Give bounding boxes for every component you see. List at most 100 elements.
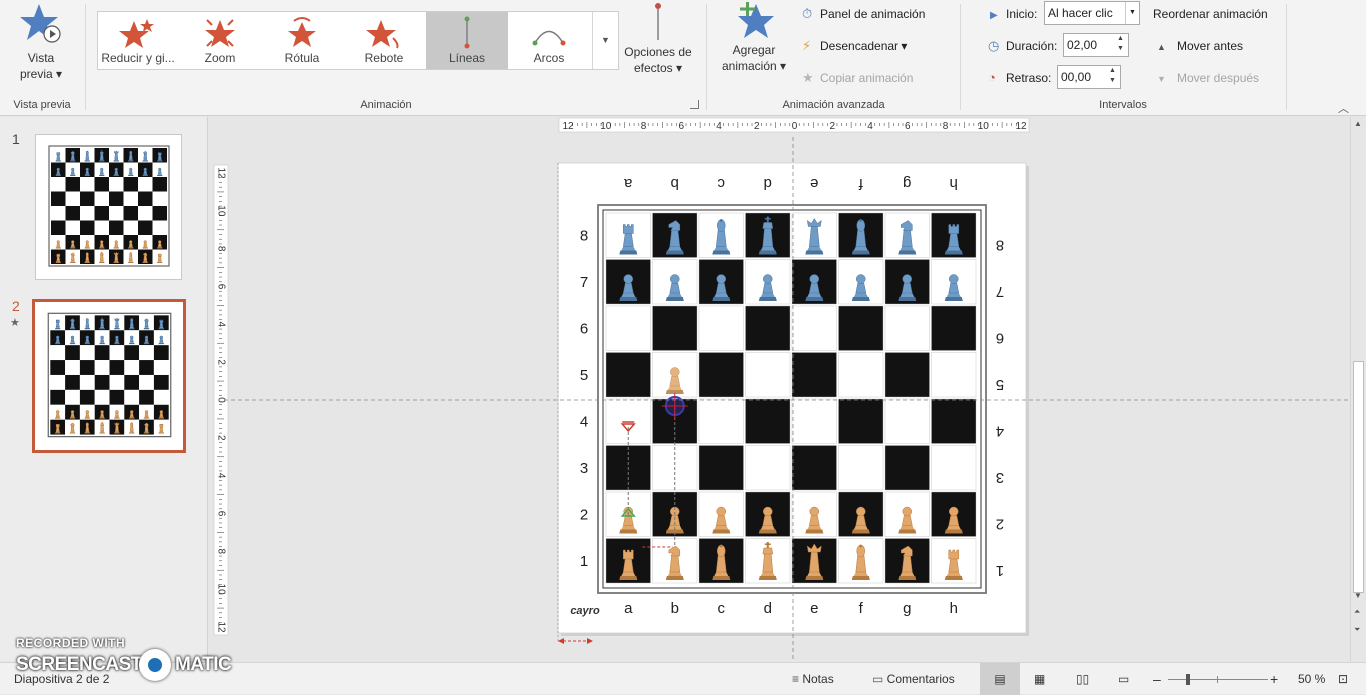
duration-field[interactable]: 02,00 ▲ ▼ (1063, 33, 1129, 57)
board-square[interactable] (605, 305, 651, 351)
start-label: ▶ Inicio: (990, 5, 1037, 23)
zoom-slider[interactable] (1168, 674, 1268, 685)
move-later-button[interactable]: ▼ Mover después (1157, 69, 1259, 87)
comments-button[interactable]: ▭ Comentarios (872, 663, 955, 695)
ruler-label: 2 (754, 121, 760, 132)
thumb-square (109, 374, 125, 390)
slideshow-button[interactable]: ▭ (1118, 663, 1129, 695)
ruler-label: 8 (215, 246, 226, 252)
board-square[interactable] (884, 352, 930, 398)
gallery-item-líneas[interactable]: Líneas (426, 12, 508, 69)
gallery-item-rebote[interactable]: Rebote (343, 12, 425, 69)
gallery-item-rótula[interactable]: Rótula (261, 12, 343, 69)
notes-button[interactable]: ≡ Notas (792, 663, 834, 695)
ruler-label: 4 (215, 473, 226, 479)
animation-panel-button[interactable]: ⏱ Panel de animación (802, 5, 925, 23)
board-square[interactable] (698, 445, 744, 491)
collapse-ribbon-icon[interactable]: ︿ (1338, 100, 1349, 116)
gallery-item-arcos[interactable]: Arcos (508, 12, 590, 69)
board-square[interactable] (884, 398, 930, 444)
board-square[interactable] (745, 398, 791, 444)
thumb-square (109, 191, 124, 206)
ruler-label: 2 (215, 435, 226, 441)
move-earlier-button[interactable]: ▲ Mover antes (1157, 37, 1243, 55)
ribbon: Vista previa ▾ Vista previa Reducir y gi… (0, 0, 1366, 116)
zoom-level[interactable]: 50 % (1298, 663, 1325, 695)
board-square[interactable] (838, 445, 884, 491)
board-square[interactable] (884, 445, 930, 491)
zoom-slider-thumb[interactable] (1186, 674, 1190, 685)
scroll-down-icon[interactable]: ▼ (1354, 591, 1362, 600)
gallery-item-zoom[interactable]: Zoom (179, 12, 261, 69)
move-later-label: Mover después (1177, 71, 1260, 85)
board-square[interactable] (931, 398, 977, 444)
board-square[interactable] (791, 352, 837, 398)
board-square[interactable] (838, 398, 884, 444)
board-square[interactable] (791, 398, 837, 444)
gallery-item-reducir-y-gi[interactable]: Reducir y gi... (97, 12, 179, 69)
slide-editing-area: 12 10 8 6 4 2 0 2 4 6 8 10 12 12 10 8 6 4 2 0 2 4 6 8 10 12 aabb… (209, 117, 1350, 661)
reading-view-button[interactable]: ▯▯ (1076, 663, 1089, 695)
play-icon: ▶ (990, 10, 998, 21)
board-square[interactable] (745, 352, 791, 398)
slide-sorter-button[interactable]: ▦ (1034, 663, 1045, 695)
board-square[interactable] (698, 398, 744, 444)
board-square[interactable] (791, 445, 837, 491)
next-slide-icon[interactable]: ⏷ (1354, 625, 1360, 635)
previous-slide-icon[interactable]: ⏶ (1354, 607, 1360, 617)
rank-label: 8 (580, 227, 588, 244)
start-select[interactable]: Al hacer clic ▼ (1044, 1, 1140, 25)
board-square[interactable] (931, 305, 977, 351)
vertical-scrollbar[interactable]: ▲ ▼ ⏶ ⏷ (1350, 117, 1366, 661)
rank-label: 5 (580, 367, 588, 384)
delay-spinner[interactable]: ▲ ▼ (1105, 66, 1120, 88)
scroll-up-icon[interactable]: ▲ (1354, 119, 1362, 128)
thumb-square (94, 360, 110, 375)
board-square[interactable] (931, 445, 977, 491)
copy-animation-button[interactable]: ★ Copiar animación (802, 69, 913, 87)
file-label: h (950, 600, 958, 617)
ruler-label: 4 (215, 322, 226, 328)
rank-label: 2 (580, 506, 588, 523)
board-square[interactable] (605, 352, 651, 398)
delay-field[interactable]: 00,00 ▲ ▼ (1057, 65, 1121, 89)
thumb-square (51, 220, 66, 235)
board-square[interactable] (791, 305, 837, 351)
thumb-square (138, 191, 153, 206)
zoom-in-button[interactable]: + (1270, 663, 1278, 695)
add-animation-button[interactable]: Agregar animación ▾ (716, 0, 792, 80)
board-square[interactable] (931, 352, 977, 398)
thumb-square (152, 177, 167, 192)
thumb-square (50, 374, 66, 390)
effect-options-label-2: efectos ▾ (633, 61, 683, 75)
shrink-turn-icon (97, 16, 179, 48)
scroll-thumb[interactable] (1353, 361, 1364, 593)
normal-view-button[interactable]: ▤ (980, 663, 1020, 695)
file-label: c (718, 600, 726, 617)
duration-label-text: Duración: (1006, 39, 1058, 53)
board-square[interactable] (698, 352, 744, 398)
slide-thumbnail-1[interactable] (35, 134, 182, 280)
board-square[interactable] (745, 445, 791, 491)
dialog-launcher-icon[interactable] (690, 100, 699, 109)
board-square[interactable] (745, 305, 791, 351)
trigger-button[interactable]: ⚡ Desencadenar ▾ (802, 37, 907, 55)
fit-slide-button[interactable]: ⊡ (1338, 663, 1348, 695)
gallery-item-label: Líneas (448, 51, 486, 65)
slide-thumbnail-2[interactable] (32, 299, 186, 453)
board-square[interactable] (838, 352, 884, 398)
effect-options-label-1: Opciones de (624, 45, 692, 59)
board-square[interactable] (698, 305, 744, 351)
zoom-out-button[interactable]: – (1153, 663, 1161, 695)
effect-options-button[interactable]: Opciones de efectos ▾ (620, 2, 696, 80)
board-square[interactable] (884, 305, 930, 351)
rank-label-upside-down: 6 (996, 329, 1004, 346)
board-square[interactable] (652, 305, 698, 351)
animation-panel-icon: ⏱ (802, 6, 813, 21)
preview-button[interactable]: Vista previa ▾ (8, 2, 74, 86)
gallery-more-button[interactable]: ▼ (592, 12, 618, 69)
duration-spinner[interactable]: ▲ ▼ (1113, 34, 1128, 56)
notes-icon: ≡ (792, 672, 803, 686)
board-square[interactable] (838, 305, 884, 351)
file-label-upside-down: e (810, 175, 818, 192)
